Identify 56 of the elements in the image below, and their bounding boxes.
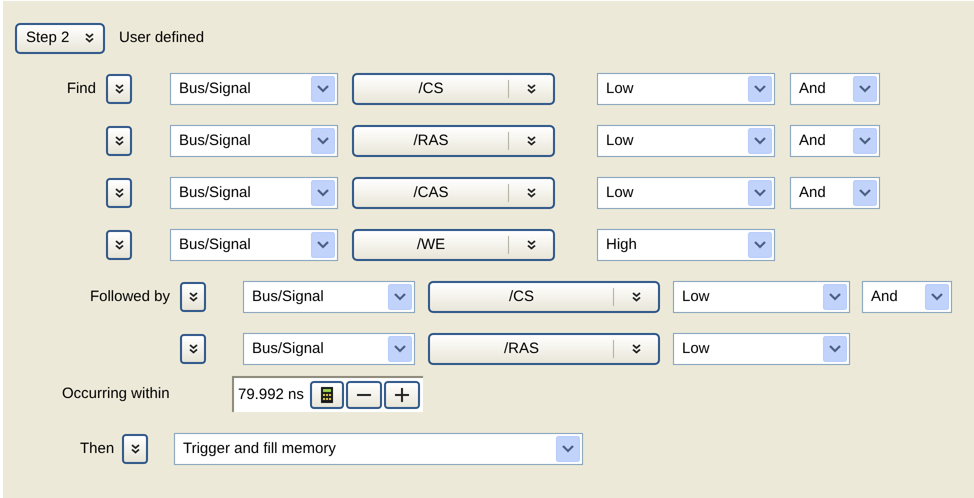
expand-button[interactable] [106, 126, 132, 156]
type-select[interactable]: Bus/Signal [170, 125, 338, 157]
double-chevron-icon [114, 188, 124, 198]
expand-button[interactable] [180, 282, 206, 312]
level-select[interactable]: High [597, 229, 775, 261]
operator-select[interactable]: And [862, 281, 952, 313]
double-chevron-icon [188, 344, 198, 354]
double-chevron-icon [632, 344, 640, 354]
double-chevron-icon [85, 33, 94, 43]
section-label: Find [66, 78, 96, 99]
expand-button[interactable] [106, 74, 132, 104]
action-select[interactable]: Trigger and fill memory [174, 433, 583, 465]
increment-button[interactable] [384, 381, 420, 409]
level-select[interactable]: Low [597, 125, 775, 157]
minus-icon [356, 394, 371, 396]
signal-button[interactable]: /CS [352, 73, 555, 105]
type-select[interactable]: Bus/Signal [170, 177, 338, 209]
double-chevron-icon [188, 292, 198, 302]
calculator-button[interactable] [310, 381, 344, 409]
double-chevron-icon [526, 84, 536, 94]
signal-button[interactable]: /WE [352, 229, 555, 261]
type-select[interactable]: Bus/Signal [243, 281, 415, 313]
double-chevron-icon [114, 136, 124, 146]
double-chevron-icon [114, 84, 124, 94]
operator-select[interactable]: And [790, 177, 880, 209]
type-select[interactable]: Bus/Signal [170, 73, 338, 105]
section-label: Followed by [90, 286, 170, 307]
plus-icon [394, 388, 409, 402]
expand-button[interactable] [180, 334, 206, 364]
signal-button[interactable]: /RAS [352, 125, 555, 157]
double-chevron-icon [632, 292, 640, 302]
step-button[interactable]: Step 2 [15, 22, 105, 54]
expand-button[interactable] [106, 230, 132, 260]
operator-select[interactable]: And [790, 73, 880, 105]
double-chevron-icon [114, 240, 124, 250]
signal-button[interactable]: /CS [428, 281, 660, 313]
mode-label: User defined [119, 28, 204, 48]
type-select[interactable]: Bus/Signal [243, 333, 415, 365]
type-select[interactable]: Bus/Signal [170, 229, 338, 261]
decrement-button[interactable] [346, 381, 382, 409]
then-label: Then [80, 438, 116, 459]
calculator-icon [320, 387, 333, 403]
occurring-within-label: Occurring within [62, 384, 171, 404]
operator-select[interactable]: And [790, 125, 880, 157]
expand-button[interactable] [122, 434, 148, 464]
expand-button[interactable] [106, 178, 132, 208]
double-chevron-icon [130, 444, 140, 454]
double-chevron-icon [526, 240, 536, 250]
double-chevron-icon [526, 136, 536, 146]
level-select[interactable]: Low [597, 177, 775, 209]
signal-button[interactable]: /CAS [352, 177, 555, 209]
level-select[interactable]: Low [673, 281, 850, 313]
double-chevron-icon [526, 188, 536, 198]
level-select[interactable]: Low [673, 333, 850, 365]
signal-button[interactable]: /RAS [428, 333, 660, 365]
level-select[interactable]: Low [597, 73, 775, 105]
